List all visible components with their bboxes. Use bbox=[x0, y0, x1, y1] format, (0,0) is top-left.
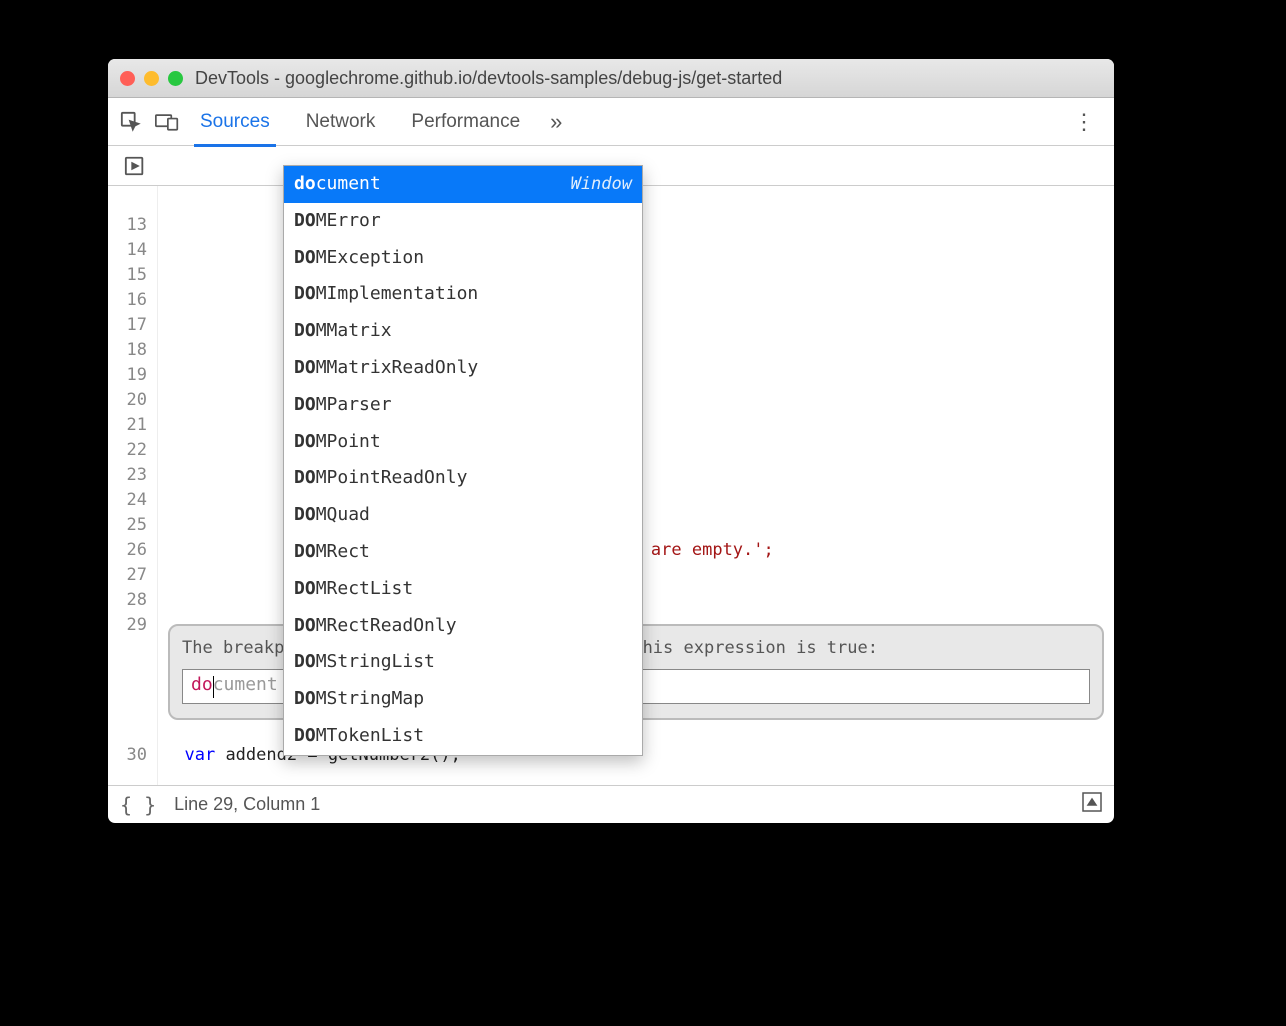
autocomplete-item[interactable]: DOMRectReadOnly bbox=[284, 608, 642, 645]
autocomplete-item[interactable]: DOMStringList bbox=[284, 644, 642, 681]
autocomplete-item[interactable]: DOMMatrix bbox=[284, 313, 642, 350]
devtools-toolbar: Sources Network Performance » ⋮ bbox=[108, 98, 1114, 146]
pretty-print-icon[interactable]: { } bbox=[120, 793, 156, 817]
autocomplete-item[interactable]: DOMTokenList bbox=[284, 718, 642, 755]
line-number[interactable]: 13 bbox=[108, 213, 147, 238]
line-number[interactable]: 19 bbox=[108, 363, 147, 388]
autocomplete-popup[interactable]: documentWindowDOMErrorDOMExceptionDOMImp… bbox=[283, 165, 643, 756]
line-number[interactable]: 14 bbox=[108, 238, 147, 263]
settings-menu-button[interactable]: ⋮ bbox=[1059, 109, 1106, 135]
titlebar[interactable]: DevTools - googlechrome.github.io/devtoo… bbox=[108, 59, 1114, 98]
line-number[interactable] bbox=[108, 188, 147, 213]
tab-sources[interactable]: Sources bbox=[194, 99, 276, 145]
autocomplete-item[interactable]: DOMError bbox=[284, 203, 642, 240]
line-number[interactable]: 25 bbox=[108, 513, 147, 538]
maximize-window-button[interactable] bbox=[168, 71, 183, 86]
autocomplete-item[interactable]: DOMQuad bbox=[284, 497, 642, 534]
resume-script-icon[interactable] bbox=[120, 151, 150, 181]
panel-tabs: Sources Network Performance bbox=[194, 99, 526, 145]
device-toggle-icon[interactable] bbox=[152, 107, 182, 137]
autocomplete-item[interactable]: documentWindow bbox=[284, 166, 642, 203]
autocomplete-type: Window bbox=[571, 171, 632, 198]
line-number[interactable]: 17 bbox=[108, 313, 147, 338]
line-number[interactable]: 28 bbox=[108, 588, 147, 613]
close-window-button[interactable] bbox=[120, 71, 135, 86]
devtools-window: DevTools - googlechrome.github.io/devtoo… bbox=[108, 59, 1114, 823]
status-bar: { } Line 29, Column 1 bbox=[108, 785, 1114, 823]
inspect-element-icon[interactable] bbox=[116, 107, 146, 137]
code-text bbox=[164, 240, 174, 260]
autocomplete-item[interactable]: DOMRect bbox=[284, 534, 642, 571]
line-number[interactable]: 16 bbox=[108, 288, 147, 313]
traffic-lights bbox=[120, 71, 183, 86]
gutter-30[interactable]: 30 bbox=[108, 743, 158, 768]
line-number[interactable]: 24 bbox=[108, 488, 147, 513]
collapse-pane-icon[interactable] bbox=[1082, 792, 1102, 817]
line-number[interactable]: 29 bbox=[108, 613, 147, 638]
minimize-window-button[interactable] bbox=[144, 71, 159, 86]
line-number[interactable]: 21 bbox=[108, 413, 147, 438]
line-number[interactable]: 18 bbox=[108, 338, 147, 363]
line-number[interactable]: 27 bbox=[108, 563, 147, 588]
line-number[interactable]: 26 bbox=[108, 538, 147, 563]
autocomplete-item[interactable]: DOMStringMap bbox=[284, 681, 642, 718]
window-title: DevTools - googlechrome.github.io/devtoo… bbox=[183, 68, 1102, 89]
more-tabs-button[interactable]: » bbox=[550, 109, 562, 135]
autocomplete-item[interactable]: DOMPointReadOnly bbox=[284, 460, 642, 497]
line-gutter[interactable]: 1314151617181920212223242526272829 bbox=[108, 186, 158, 785]
autocomplete-item[interactable]: DOMImplementation bbox=[284, 276, 642, 313]
text-caret bbox=[213, 676, 214, 698]
autocomplete-item[interactable]: DOMPoint bbox=[284, 424, 642, 461]
tab-performance[interactable]: Performance bbox=[405, 99, 526, 145]
line-number[interactable]: 20 bbox=[108, 388, 147, 413]
autocomplete-item[interactable]: DOMRectList bbox=[284, 571, 642, 608]
autocomplete-item[interactable]: DOMParser bbox=[284, 387, 642, 424]
cursor-position: Line 29, Column 1 bbox=[174, 794, 320, 815]
line-number[interactable]: 15 bbox=[108, 263, 147, 288]
line-number[interactable]: 22 bbox=[108, 438, 147, 463]
autocomplete-item[interactable]: DOMException bbox=[284, 240, 642, 277]
autocomplete-item[interactable]: DOMMatrixReadOnly bbox=[284, 350, 642, 387]
tab-network[interactable]: Network bbox=[300, 99, 382, 145]
line-number[interactable]: 23 bbox=[108, 463, 147, 488]
